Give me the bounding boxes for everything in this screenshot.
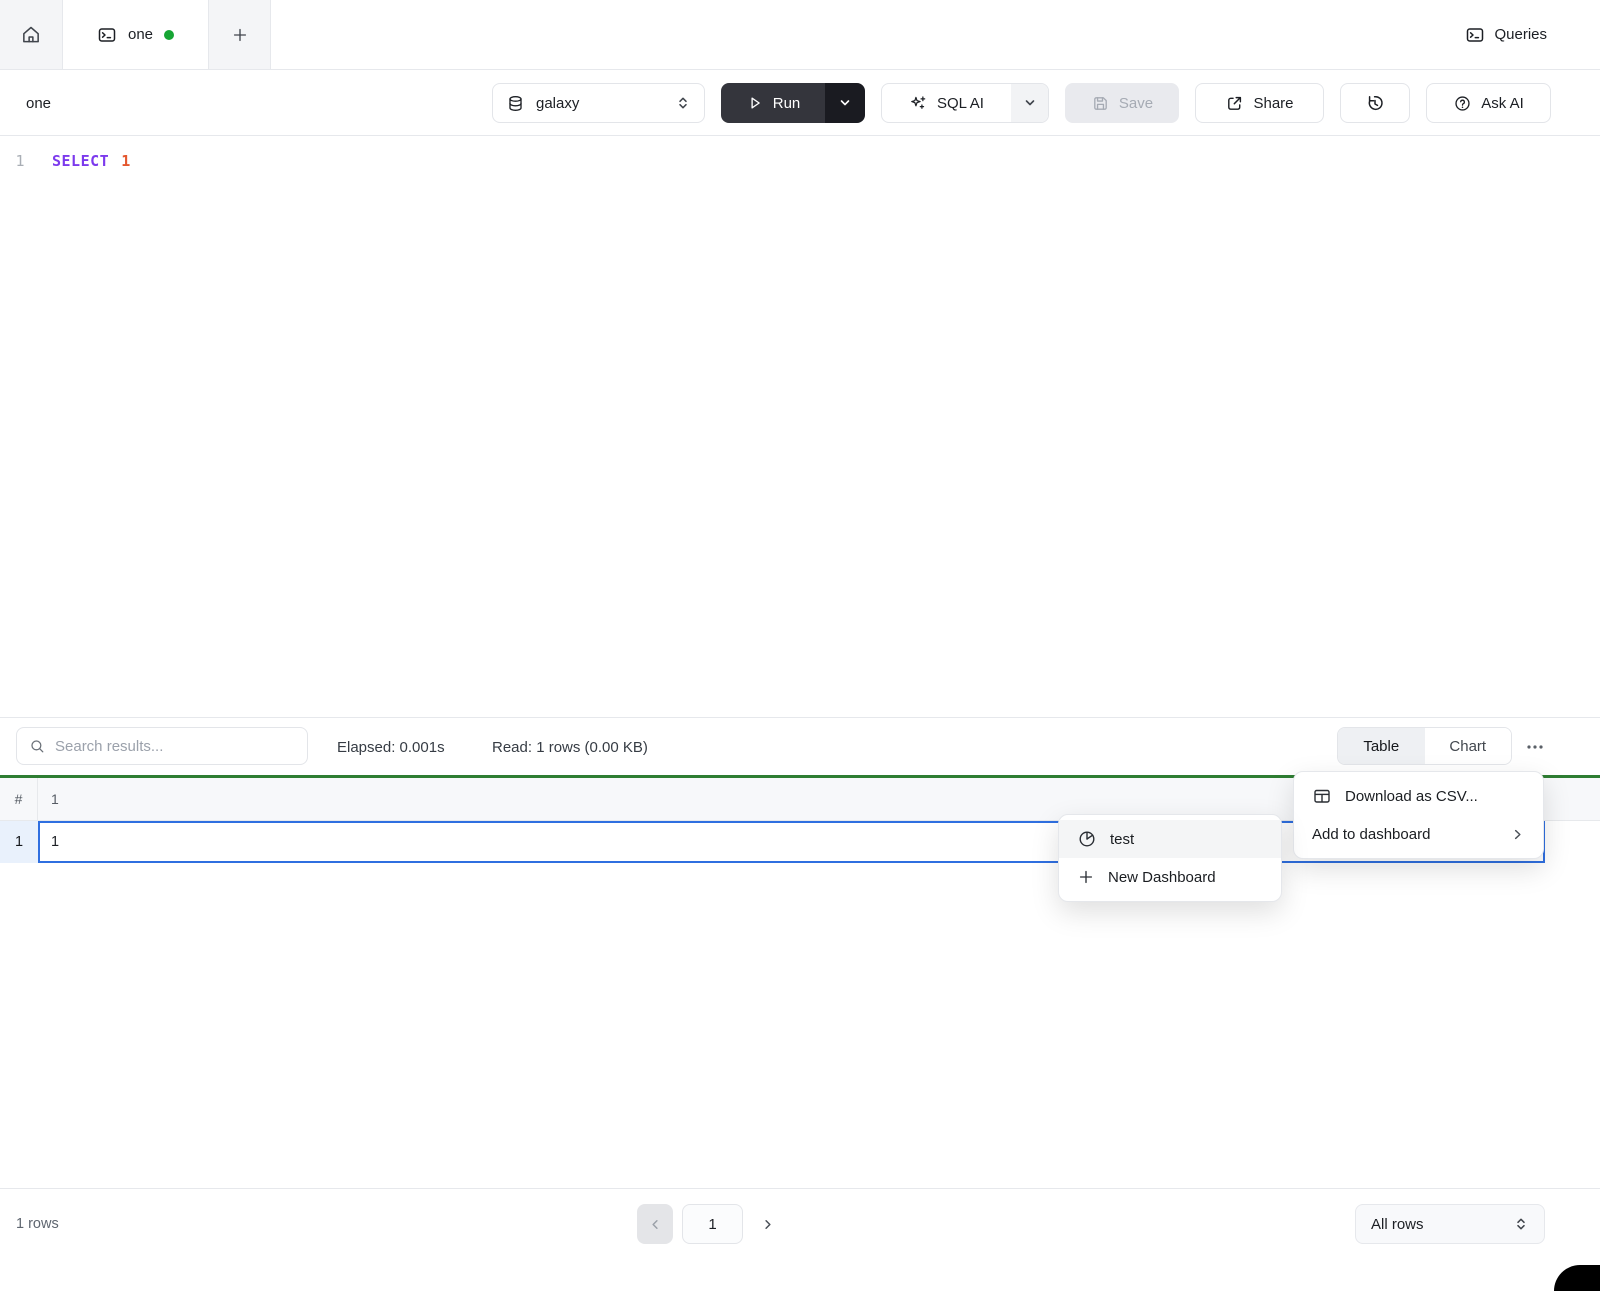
pagination: 1 (637, 1204, 775, 1244)
rows-count: 1 rows (16, 1204, 59, 1244)
sql-ai-button[interactable]: SQL AI (882, 84, 1011, 122)
share-icon (1225, 94, 1244, 113)
sql-keyword: SELECT (52, 152, 109, 170)
search-icon (29, 738, 46, 755)
database-select[interactable]: galaxy (492, 83, 705, 123)
code-line: 1 SELECT 1 (0, 137, 1600, 170)
sql-ai-button-group: SQL AI (881, 83, 1049, 123)
results-toolbar: Elapsed: 0.001s Read: 1 rows (0.00 KB) T… (0, 717, 1600, 775)
results-footer: 1 rows 1 All rows (0, 1188, 1600, 1291)
plus-icon (1077, 868, 1095, 886)
sql-editor[interactable]: 1 SELECT 1 (0, 137, 1600, 717)
home-icon (20, 24, 42, 46)
play-icon (746, 94, 764, 112)
next-page-button[interactable] (760, 1217, 775, 1232)
tab-bar: one Queries (0, 0, 1600, 70)
chevron-left-icon (648, 1217, 663, 1232)
elapsed-stat: Elapsed: 0.001s (337, 718, 445, 776)
chevron-right-icon (1510, 827, 1525, 842)
share-label: Share (1253, 95, 1293, 112)
tab-chart-view[interactable]: Chart (1425, 728, 1512, 764)
search-results-input[interactable] (55, 738, 295, 755)
tab-one[interactable]: one (63, 0, 209, 69)
query-title: one (26, 70, 51, 136)
current-page-button[interactable]: 1 (682, 1204, 743, 1244)
database-icon (506, 94, 525, 113)
menu-item-download-csv[interactable]: Download as CSV... (1294, 777, 1543, 815)
download-csv-label: Download as CSV... (1345, 788, 1478, 805)
home-button[interactable] (0, 0, 63, 69)
history-icon (1365, 93, 1385, 113)
run-options-button[interactable] (825, 83, 865, 123)
table-grid-icon (1312, 786, 1332, 806)
chevron-updown-icon (675, 95, 691, 111)
toolbar-controls: galaxy Run (492, 83, 1551, 123)
database-selected-value: galaxy (536, 95, 579, 112)
save-icon (1091, 94, 1110, 113)
save-label: Save (1119, 95, 1153, 112)
run-button-group: Run (721, 83, 865, 123)
queries-label: Queries (1494, 26, 1547, 43)
queries-button[interactable]: Queries (1465, 0, 1547, 69)
add-to-dashboard-label: Add to dashboard (1312, 826, 1430, 843)
sql-ai-label: SQL AI (937, 95, 984, 112)
sql-ai-options-button[interactable] (1011, 84, 1048, 122)
dashboard-submenu: test New Dashboard (1058, 814, 1282, 902)
sparkles-icon (909, 94, 928, 113)
page-size-select[interactable]: All rows (1355, 1204, 1545, 1244)
terminal-icon (1465, 25, 1485, 45)
chevron-updown-icon (1513, 1216, 1529, 1232)
new-dashboard-label: New Dashboard (1108, 869, 1216, 886)
results-more-button[interactable] (1522, 735, 1548, 759)
terminal-icon (97, 25, 117, 45)
help-circle-icon (1453, 94, 1472, 113)
ask-ai-label: Ask AI (1481, 95, 1524, 112)
save-button[interactable]: Save (1065, 83, 1179, 123)
test-dashboard-label: test (1110, 831, 1134, 848)
search-results-box (16, 727, 308, 765)
code-text: SELECT 1 (52, 152, 131, 170)
new-tab-button[interactable] (209, 0, 271, 69)
view-toggle: Table Chart (1337, 727, 1512, 765)
menu-item-add-to-dashboard[interactable]: Add to dashboard (1294, 815, 1543, 853)
read-stat: Read: 1 rows (0.00 KB) (492, 718, 648, 776)
submenu-item-new-dashboard[interactable]: New Dashboard (1059, 858, 1281, 896)
chevron-right-icon (760, 1217, 775, 1232)
ellipsis-icon (1525, 737, 1545, 757)
grid-index-header: # (0, 778, 38, 820)
share-button[interactable]: Share (1195, 83, 1324, 123)
tab-label: one (128, 26, 153, 43)
pie-chart-icon (1077, 829, 1097, 849)
ask-ai-button[interactable]: Ask AI (1426, 83, 1551, 123)
tab-table-view[interactable]: Table (1338, 728, 1425, 764)
unsaved-status-dot (164, 30, 174, 40)
previous-page-button[interactable] (637, 1204, 673, 1244)
plus-icon (231, 26, 249, 44)
chevron-down-icon (1023, 96, 1037, 110)
page-size-value: All rows (1371, 1216, 1424, 1233)
run-button[interactable]: Run (721, 83, 825, 123)
history-button[interactable] (1340, 83, 1410, 123)
run-label: Run (773, 95, 801, 112)
row-index-cell[interactable]: 1 (0, 821, 38, 863)
results-context-menu: Download as CSV... Add to dashboard (1293, 771, 1544, 859)
line-number: 1 (0, 152, 40, 170)
query-toolbar: one galaxy (0, 70, 1600, 136)
chevron-down-icon (838, 96, 852, 110)
sql-literal: 1 (121, 152, 131, 170)
submenu-item-test-dashboard[interactable]: test (1059, 820, 1281, 858)
